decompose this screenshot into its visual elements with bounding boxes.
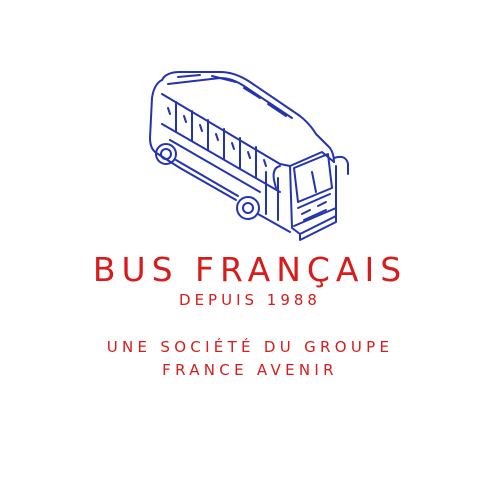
founding-year: DEPUIS 1988: [179, 291, 321, 309]
tagline-line-1: UNE SOCIÉTÉ DU GROUPE: [106, 338, 394, 356]
brand-name: BUS FRANÇAIS: [92, 250, 408, 289]
bus-icon: [140, 68, 360, 243]
company-logo: BUS FRANÇAIS DEPUIS 1988 UNE SOCIÉTÉ DU …: [0, 0, 500, 500]
tagline-line-2: FRANCE AVENIR: [162, 361, 338, 379]
